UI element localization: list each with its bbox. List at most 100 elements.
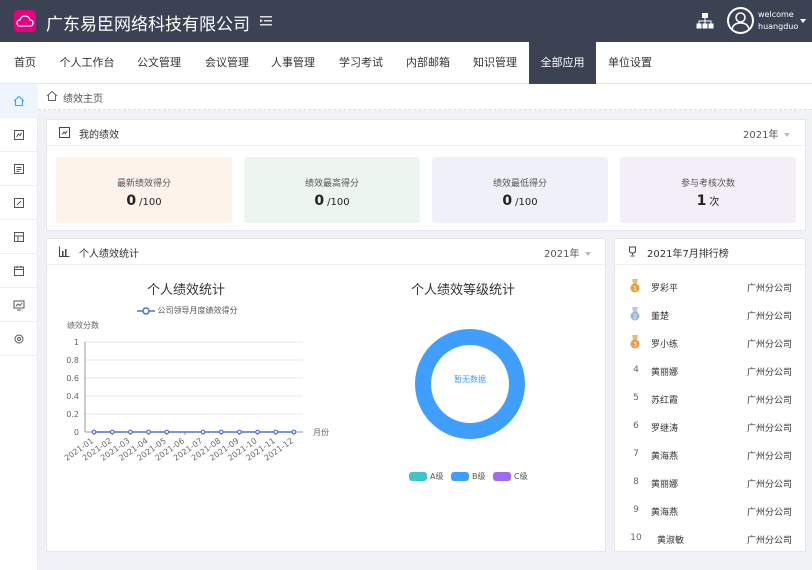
data-point [237,429,242,435]
line-chart-title: 个人绩效统计 [147,283,226,298]
nav-item-knowledge[interactable]: 知识管理 [462,42,528,84]
rank-org: 广州分公司 [747,480,793,490]
year-select[interactable]: 2021年 [544,245,592,260]
nav-item-workbench[interactable]: 个人工作台 [50,42,124,84]
user-avatar[interactable] [727,7,754,34]
stat-number: 0 [502,193,513,209]
rank-org: 广州分公司 [747,284,793,294]
rank-org: 广州分公司 [747,340,793,350]
rank-name: 黄海燕 [651,508,679,518]
stat-value: 0/100 [244,193,420,209]
settings-icon [14,334,24,343]
stat-value: 0/100 [432,193,608,209]
medal-bronze-icon: 3 [630,335,640,349]
stat-unit: /100 [327,197,350,208]
nav-item-hr[interactable]: 人事管理 [260,42,326,84]
breadcrumb-label[interactable]: 绩效主页 [63,90,103,105]
stat-card-highest: 绩效最高得分 0/100 [244,157,420,223]
my-performance-panel: 我的绩效 2021年 最新绩效得分 0/100 绩效最高得分 0/100 绩效最… [46,119,806,231]
sidebar-item-calendar[interactable] [0,254,38,288]
main-nav: 首页 个人工作台 公文管理 会议管理 人事管理 学习考试 内部邮箱 知识管理 全… [0,42,812,84]
stat-unit: 次 [709,197,720,208]
stat-number: 1 [696,193,707,209]
rank-org: 广州分公司 [747,312,793,322]
year-select[interactable]: 2021年 [743,126,791,141]
rank-org: 广州分公司 [747,424,793,434]
legend-swatch[interactable] [451,472,469,481]
rank-number: 4 [633,365,639,375]
stat-value: 1次 [620,193,796,209]
rank-name: 罗继涛 [651,424,679,434]
year-select-value: 2021年 [544,249,580,260]
rank-org: 广州分公司 [747,508,793,518]
menu-toggle-icon[interactable] [259,14,273,28]
chevron-down-icon [784,133,791,137]
nav-item-learning[interactable]: 学习考试 [328,42,394,84]
legend-swatch[interactable] [409,472,427,481]
left-sidebar [0,84,38,570]
org-chart-icon[interactable] [696,12,714,30]
company-logo[interactable] [14,10,36,32]
panel-header: 个人绩效统计 2021年 [47,239,605,265]
legend-swatch[interactable] [493,472,511,481]
trophy-icon [629,246,636,257]
rank-row: 9 黄海燕 广州分公司 [615,497,805,525]
legend-label[interactable]: C级 [514,471,528,482]
stat-card-latest: 最新绩效得分 0/100 [56,157,232,223]
username-label: huangduo [758,22,799,31]
sidebar-item-settings[interactable] [0,322,38,356]
nav-item-documents[interactable]: 公文管理 [126,42,192,84]
data-point [218,429,224,435]
panel-header: 2021年7月排行榜 [615,239,805,265]
rank-name: 黄海燕 [651,452,679,462]
rank-org: 广州分公司 [747,396,793,406]
user-dropdown-icon[interactable] [800,19,806,23]
rank-number: 6 [633,421,639,431]
rank-name: 黄丽娜 [651,368,679,378]
rank-name: 黄丽娜 [651,480,679,490]
sidebar-item-monitor[interactable] [0,288,38,322]
stat-label: 最新绩效得分 [116,179,171,189]
nav-item-unit-settings[interactable]: 单位设置 [597,42,663,84]
document-icon [14,163,24,174]
stat-value: 0/100 [56,193,232,209]
sidebar-item-table[interactable] [0,220,38,254]
y-tick-label: 0.4 [66,392,79,401]
data-point [273,429,279,435]
rank-number: 7 [633,449,639,459]
nav-item-mailbox[interactable]: 内部邮箱 [395,42,461,84]
nav-item-meetings[interactable]: 会议管理 [194,42,260,84]
legend-label[interactable]: B级 [472,471,486,482]
nav-item-home[interactable]: 首页 [0,42,50,84]
nav-item-all-apps[interactable]: 全部应用 [529,42,596,84]
rank-row: 5 苏红霞 广州分公司 [615,385,805,413]
sidebar-item-home[interactable] [0,84,38,118]
sidebar-item-report[interactable] [0,118,38,152]
rank-org: 广州分公司 [747,368,793,378]
performance-stats-panel: 个人绩效统计 2021年 个人绩效统计 公司领导月度绩效得分 绩效分数 0 0.2 0… [46,238,606,552]
data-point [291,429,297,435]
welcome-label: welcome [758,10,794,19]
rank-row: 1 罗彩平 广州分公司 [615,273,805,301]
y-tick-label: 0.8 [66,356,79,365]
rank-name: 黄淑敏 [657,536,685,546]
rank-row: 10 黄淑敏 广州分公司 [615,525,805,553]
sidebar-item-document[interactable] [0,152,38,186]
home-icon[interactable] [46,90,58,102]
line-chart: 绩效分数00.20.40.60.812021-012021-022021-032… [63,320,329,463]
y-tick-label: 0.6 [66,374,79,383]
stat-label: 参与考核次数 [680,179,735,189]
sidebar-item-edit[interactable] [0,186,38,220]
stat-number: 0 [314,193,325,209]
stat-card-count: 参与考核次数 1次 [620,157,796,223]
bar-chart-icon [59,246,70,257]
rank-org: 广州分公司 [747,452,793,462]
legend-label[interactable]: A级 [430,471,443,482]
x-axis-label: 月份 [313,427,329,437]
rank-row: 3 罗小练 广州分公司 [615,329,805,357]
data-point [146,429,151,435]
panel-title: 我的绩效 [79,130,119,141]
rank-row: 4 黄丽娜 广州分公司 [615,357,805,385]
user-menu[interactable]: welcome huangduo [758,9,798,33]
rank-org: 广州分公司 [747,536,793,546]
